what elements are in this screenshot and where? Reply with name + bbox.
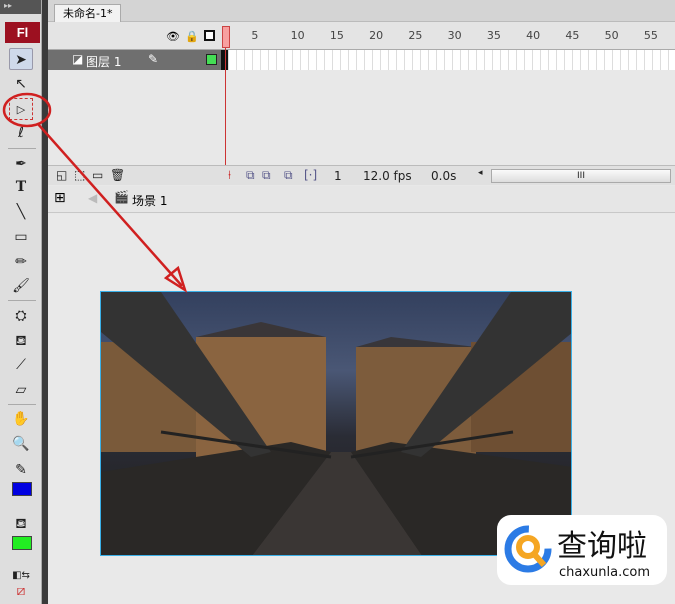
watermark-logo-icon [504,525,552,573]
annotation-overlay [2,92,188,293]
watermark-brand: 查询啦 [557,529,647,564]
annotation-arrow [37,123,183,287]
highlight-circle [2,92,52,128]
watermark: 查询啦 chaxunla.com [497,515,667,585]
watermark-domain: chaxunla.com [559,565,650,580]
